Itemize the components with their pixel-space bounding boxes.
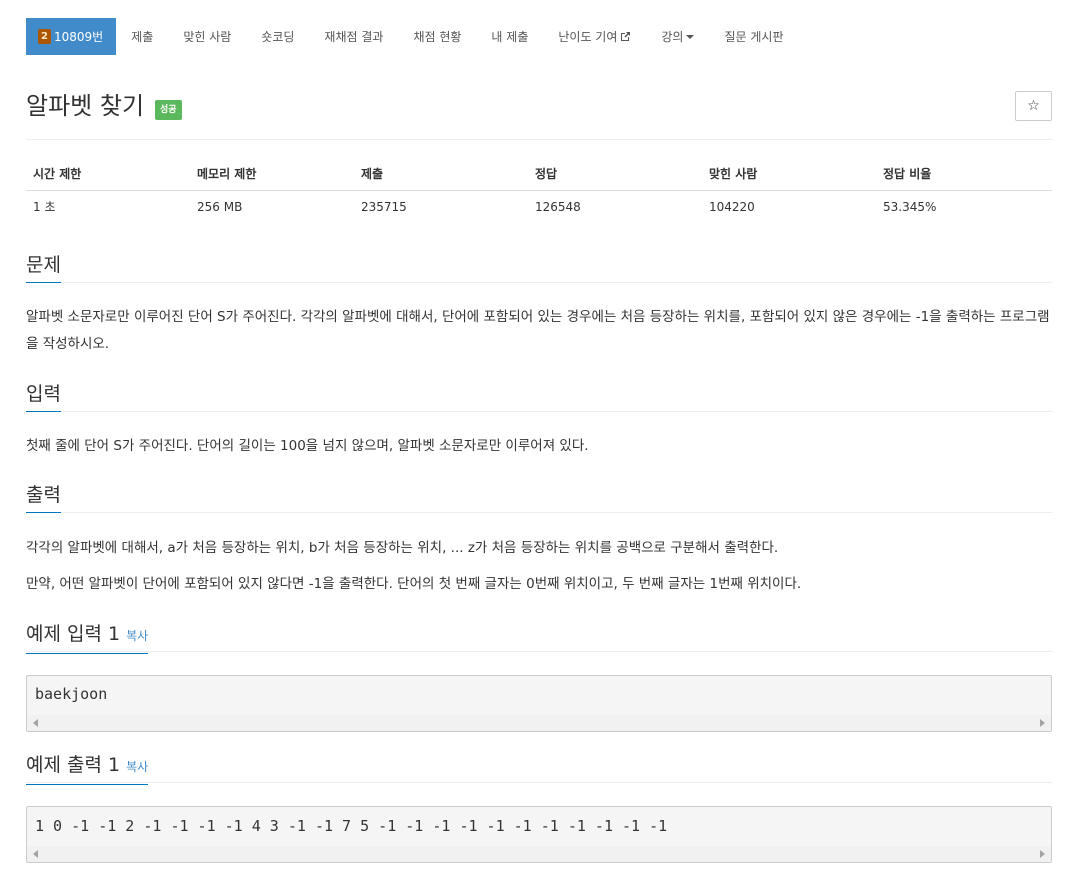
value-time-limit: 1 초 [33, 200, 56, 215]
tier-badge-icon: 2 [38, 29, 51, 44]
value-submissions: 235715 [361, 199, 407, 214]
input-section-title: 입력 [26, 381, 61, 412]
nav-lectures[interactable]: 강의 [646, 18, 709, 55]
problem-menu: 2 10809번 제출 맞힌 사람 숏코딩 재채점 결과 채점 현황 내 제출 … [26, 18, 798, 55]
nav-qna-board[interactable]: 질문 게시판 [709, 18, 798, 55]
problem-section: 문제 알파벳 소문자로만 이루어진 단어 S가 주어진다. 각각의 알파벳에 대… [26, 252, 1052, 358]
sample-output-section: 예제 출력 1 복사 [26, 752, 1052, 785]
problem-section-title: 문제 [26, 252, 61, 283]
header-memory-limit: 메모리 제한 [190, 158, 354, 191]
star-button[interactable]: ☆ [1015, 91, 1052, 121]
problem-section-head: 문제 [26, 252, 1052, 283]
sample-input-head: 예제 입력 1 복사 [26, 621, 1052, 654]
header-accepted: 정답 [528, 158, 702, 191]
page-header: 알파벳 찾기 성공 ☆ [26, 90, 1052, 140]
sample-output-head: 예제 출력 1 복사 [26, 752, 1052, 785]
status-badge: 성공 [155, 100, 182, 120]
value-accepted: 126548 [535, 199, 581, 214]
output-section-head: 출력 [26, 482, 1052, 513]
value-accept-ratio: 53.345% [883, 199, 937, 214]
problem-description: 알파벳 소문자로만 이루어진 단어 S가 주어진다. 각각의 알파벳에 대해서,… [26, 309, 1050, 352]
sample-input-box[interactable]: baekjoon [26, 675, 1052, 732]
sample-output-content: 1 0 -1 -1 2 -1 -1 -1 -1 4 3 -1 -1 7 5 -1… [35, 817, 668, 835]
nav-rejudge-results[interactable]: 재채점 결과 [309, 18, 398, 55]
output-description-1: 각각의 알파벳에 대해서, a가 처음 등장하는 위치, b가 처음 등장하는 … [26, 540, 779, 556]
header-solved-users: 맞힌 사람 [702, 158, 876, 191]
nav-difficulty-contribution[interactable]: 난이도 기여 [543, 18, 646, 55]
input-section: 입력 첫째 줄에 단어 S가 주어진다. 단어의 길이는 100을 넘지 않으며… [26, 381, 1052, 460]
sample-output-title: 예제 출력 1 [26, 754, 121, 776]
star-icon: ☆ [1027, 98, 1040, 114]
input-section-head: 입력 [26, 381, 1052, 412]
nav-submit[interactable]: 제출 [116, 18, 168, 55]
nav-solved-users[interactable]: 맞힌 사람 [168, 18, 246, 55]
sample-input-scrollbar[interactable] [27, 715, 1051, 731]
header-accept-ratio: 정답 비율 [876, 158, 1052, 191]
header-submissions: 제출 [354, 158, 528, 191]
nav-status[interactable]: 채점 현황 [398, 18, 476, 55]
nav-short-coding[interactable]: 숏코딩 [246, 18, 309, 55]
table-header-row: 시간 제한 메모리 제한 제출 정답 맞힌 사람 정답 비율 [26, 158, 1052, 191]
output-description-2: 만약, 어떤 알파벳이 단어에 포함되어 있지 않다면 -1을 출력한다. 단어… [26, 576, 802, 592]
value-solved-users: 104220 [709, 199, 755, 214]
nav-lectures-label: 강의 [661, 30, 684, 44]
caret-down-icon [686, 34, 695, 39]
copy-sample-input-link[interactable]: 복사 [126, 629, 148, 643]
nav-problem-number[interactable]: 2 10809번 [26, 18, 117, 55]
sample-output-box[interactable]: 1 0 -1 -1 2 -1 -1 -1 -1 4 3 -1 -1 7 5 -1… [26, 806, 1052, 863]
header-time-limit: 시간 제한 [26, 158, 190, 191]
scroll-right-icon[interactable] [1040, 719, 1045, 727]
nav-my-submissions[interactable]: 내 제출 [476, 18, 543, 55]
scroll-right-icon[interactable] [1040, 850, 1045, 858]
sample-input-title: 예제 입력 1 [26, 623, 121, 645]
page-title: 알파벳 찾기 [26, 92, 145, 120]
sample-output-scrollbar[interactable] [27, 846, 1051, 862]
table-row: 1 초 256 MB 235715 126548 104220 53.345% [26, 190, 1052, 223]
scroll-left-icon[interactable] [33, 719, 38, 727]
value-memory-limit: 256 MB [197, 199, 243, 214]
problem-info-table: 시간 제한 메모리 제한 제출 정답 맞힌 사람 정답 비율 1 초 256 M… [26, 158, 1052, 223]
copy-sample-output-link[interactable]: 복사 [126, 760, 148, 774]
output-section: 출력 각각의 알파벳에 대해서, a가 처음 등장하는 위치, b가 처음 등장… [26, 482, 1052, 598]
sample-input-section: 예제 입력 1 복사 [26, 621, 1052, 654]
sample-output-title-wrap: 예제 출력 1 복사 [26, 752, 149, 785]
nav-difficulty-label: 난이도 기여 [558, 30, 618, 44]
output-section-title: 출력 [26, 482, 61, 513]
scroll-left-icon[interactable] [33, 850, 38, 858]
sample-input-title-wrap: 예제 입력 1 복사 [26, 621, 149, 654]
external-link-icon [620, 31, 631, 42]
sample-input-content: baekjoon [35, 685, 108, 703]
input-description: 첫째 줄에 단어 S가 주어진다. 단어의 길이는 100을 넘지 않으며, 알… [26, 438, 589, 454]
nav-problem-number-label: 10809번 [54, 30, 104, 44]
